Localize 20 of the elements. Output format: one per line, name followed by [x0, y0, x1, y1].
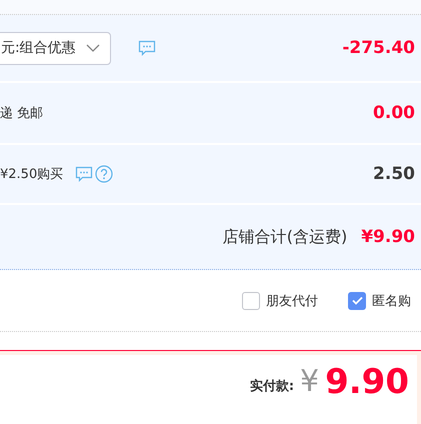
shipping-label: 递 免邮 — [0, 105, 44, 122]
service-label: ¥2.50购买 — [0, 166, 64, 183]
option-label: 匿名购 — [372, 292, 411, 310]
store-total-amount: ¥9.90 — [361, 227, 415, 247]
option-label: 朋友代付 — [266, 292, 318, 310]
chat-icon[interactable] — [138, 40, 156, 56]
store-total-label: 店铺合计(含运费) — [222, 226, 348, 248]
currency-symbol: ¥ — [300, 364, 320, 399]
help-icon[interactable] — [95, 165, 114, 183]
amount: -275.40 — [342, 38, 415, 58]
discount-select[interactable]: 元:组合优惠 — [0, 32, 111, 64]
checkbox[interactable] — [242, 292, 260, 310]
payment-label: 实付款: — [250, 378, 294, 394]
checkbox[interactable] — [348, 292, 366, 310]
payment-amount: 9.90 — [325, 362, 409, 402]
chat-icon[interactable] — [75, 166, 94, 182]
amount: 2.50 — [373, 164, 415, 184]
check-icon — [352, 296, 362, 305]
amount: 0.00 — [373, 103, 415, 123]
chevron-down-icon — [86, 44, 100, 52]
